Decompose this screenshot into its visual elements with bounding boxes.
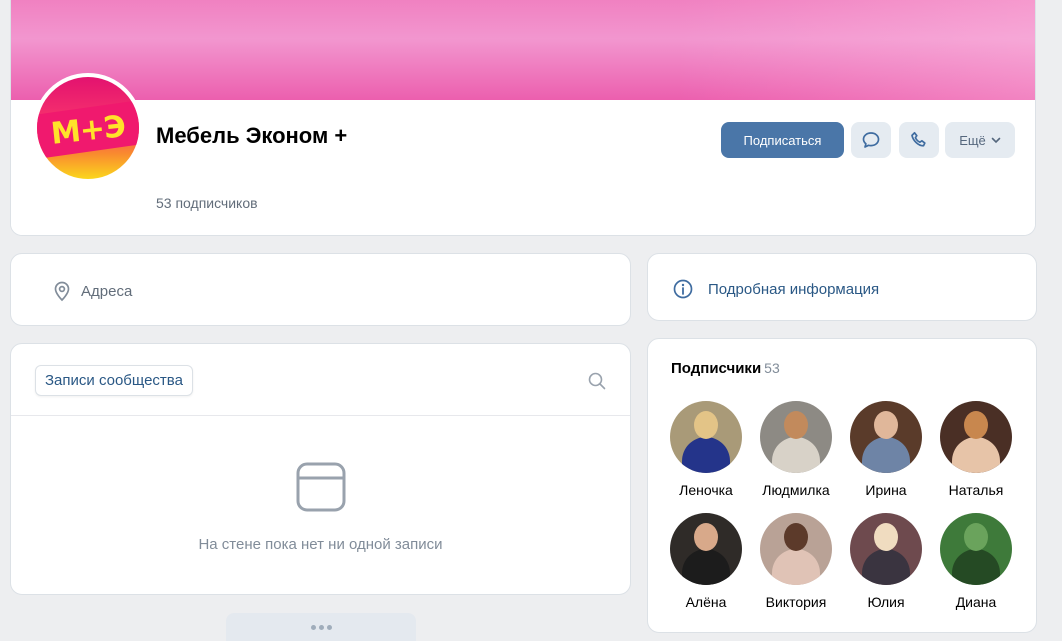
follower-item[interactable]: Диана xyxy=(931,513,1021,610)
phone-icon xyxy=(911,131,926,147)
cover-image xyxy=(11,0,1035,100)
subscribe-button[interactable]: Подписаться xyxy=(721,122,844,158)
call-button[interactable] xyxy=(899,122,939,158)
empty-wall-icon xyxy=(296,462,346,517)
tab-community-posts[interactable]: Записи сообщества xyxy=(35,365,193,396)
follower-avatar[interactable] xyxy=(850,513,922,585)
follower-item[interactable]: Алёна xyxy=(661,513,751,610)
more-dropdown-button[interactable]: Ещё xyxy=(945,122,1015,158)
follower-avatar[interactable] xyxy=(760,401,832,473)
location-pin-icon xyxy=(54,281,70,302)
follower-item[interactable]: Ирина xyxy=(841,401,931,498)
address-card[interactable]: Адреса xyxy=(10,253,631,326)
follower-name[interactable]: Алёна xyxy=(686,594,727,610)
follower-avatar[interactable] xyxy=(670,513,742,585)
detailed-info-link[interactable]: Подробная информация xyxy=(708,281,879,298)
divider xyxy=(11,415,630,416)
follower-avatar[interactable] xyxy=(940,513,1012,585)
follower-avatar[interactable] xyxy=(850,401,922,473)
followers-grid: Леночка Людмилка Ирина Наталья Алёна Виктория… xyxy=(661,401,1025,610)
follower-name[interactable]: Леночка xyxy=(679,482,733,498)
followers-card: Подписчики 53 Леночка Людмилка Ирина Наталья… xyxy=(647,338,1037,633)
message-icon xyxy=(862,132,880,148)
chevron-down-icon xyxy=(991,137,1001,144)
follower-item[interactable]: Людмилка xyxy=(751,401,841,498)
follower-item[interactable]: Виктория xyxy=(751,513,841,610)
search-icon xyxy=(588,372,606,390)
info-icon xyxy=(673,279,693,299)
follower-name[interactable]: Людмилка xyxy=(762,482,829,498)
message-button[interactable] xyxy=(851,122,891,158)
info-card[interactable]: Подробная информация xyxy=(647,253,1037,321)
wall-search-button[interactable] xyxy=(587,371,607,396)
follower-name[interactable]: Виктория xyxy=(766,594,827,610)
community-header: М+Э Мебель Эконом + 53 подписчиков Подпи… xyxy=(10,0,1036,236)
follower-name[interactable]: Ирина xyxy=(865,482,906,498)
page-title: Мебель Эконом + xyxy=(156,123,348,148)
community-avatar[interactable]: М+Э xyxy=(33,73,143,183)
follower-name[interactable]: Юлия xyxy=(867,594,904,610)
follower-item[interactable]: Леночка xyxy=(661,401,751,498)
more-label: Ещё xyxy=(959,132,986,148)
follower-avatar[interactable] xyxy=(760,513,832,585)
subscribers-count-link[interactable]: 53 подписчиков xyxy=(156,195,258,211)
followers-title: Подписчики xyxy=(671,360,762,377)
empty-wall-text: На стене пока нет ни одной записи xyxy=(198,536,443,553)
address-label: Адреса xyxy=(81,282,133,300)
followers-count: 53 xyxy=(764,360,780,376)
follower-avatar[interactable] xyxy=(670,401,742,473)
followers-header[interactable]: Подписчики 53 xyxy=(671,360,780,377)
follower-item[interactable]: Наталья xyxy=(931,401,1021,498)
follower-name[interactable]: Наталья xyxy=(949,482,1004,498)
follower-name[interactable]: Диана xyxy=(956,594,997,610)
follower-avatar[interactable] xyxy=(940,401,1012,473)
wall-card: Записи сообщества На стене пока нет ни о… xyxy=(10,343,631,595)
loading-more-indicator xyxy=(226,613,416,641)
follower-item[interactable]: Юлия xyxy=(841,513,931,610)
